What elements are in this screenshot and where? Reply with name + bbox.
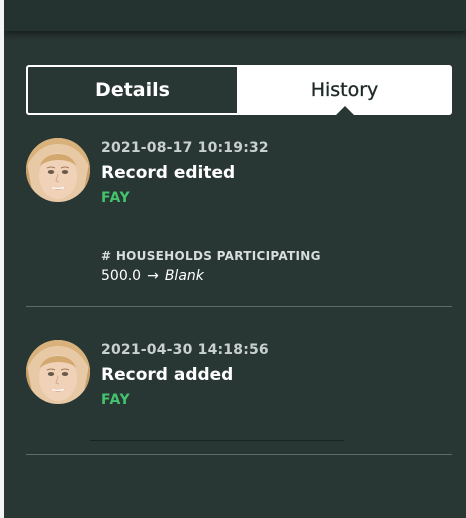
entry-action: Record added	[101, 365, 234, 385]
user-avatar-image	[26, 340, 90, 404]
user-avatar-image	[26, 138, 90, 202]
history-entry: 2021-04-30 14:18:56 Record added FAY	[26, 340, 452, 420]
avatar	[26, 138, 90, 202]
history-entry: 2021-08-17 10:19:32 Record edited FAY # …	[26, 138, 452, 298]
tab-bar: Details History	[26, 65, 452, 116]
new-value: Blank	[164, 268, 204, 284]
entry-user[interactable]: FAY	[101, 190, 269, 206]
entry-divider	[26, 454, 452, 455]
entry-timestamp: 2021-04-30 14:18:56	[101, 342, 269, 358]
top-bar	[4, 0, 466, 31]
active-tab-caret-icon	[335, 106, 355, 116]
entry-action: Record edited	[101, 163, 236, 183]
tab-history[interactable]: History	[237, 65, 452, 116]
tab-history-label: History	[310, 79, 379, 101]
tab-details[interactable]: Details	[26, 65, 237, 115]
entry-timestamp: 2021-08-17 10:19:32	[101, 140, 269, 156]
field-change: # HOUSEHOLDS PARTICIPATING 500.0 → Blank	[101, 249, 321, 284]
field-name: # HOUSEHOLDS PARTICIPATING	[101, 249, 321, 263]
arrow-right-icon: →	[147, 268, 159, 284]
avatar	[26, 340, 90, 404]
tab-details-label: Details	[95, 79, 170, 101]
history-panel: Details History 2021-08-17 10:19:32 Reco…	[4, 0, 466, 518]
old-value: 500.0	[101, 268, 142, 284]
entry-meta: 2021-08-17 10:19:32 Record edited FAY	[101, 140, 269, 206]
entry-meta: 2021-04-30 14:18:56 Record added FAY	[101, 342, 269, 408]
entry-divider	[26, 306, 452, 307]
entry-separator-line	[90, 440, 344, 441]
field-change-values: 500.0 → Blank	[101, 268, 321, 284]
entry-user[interactable]: FAY	[101, 392, 269, 408]
